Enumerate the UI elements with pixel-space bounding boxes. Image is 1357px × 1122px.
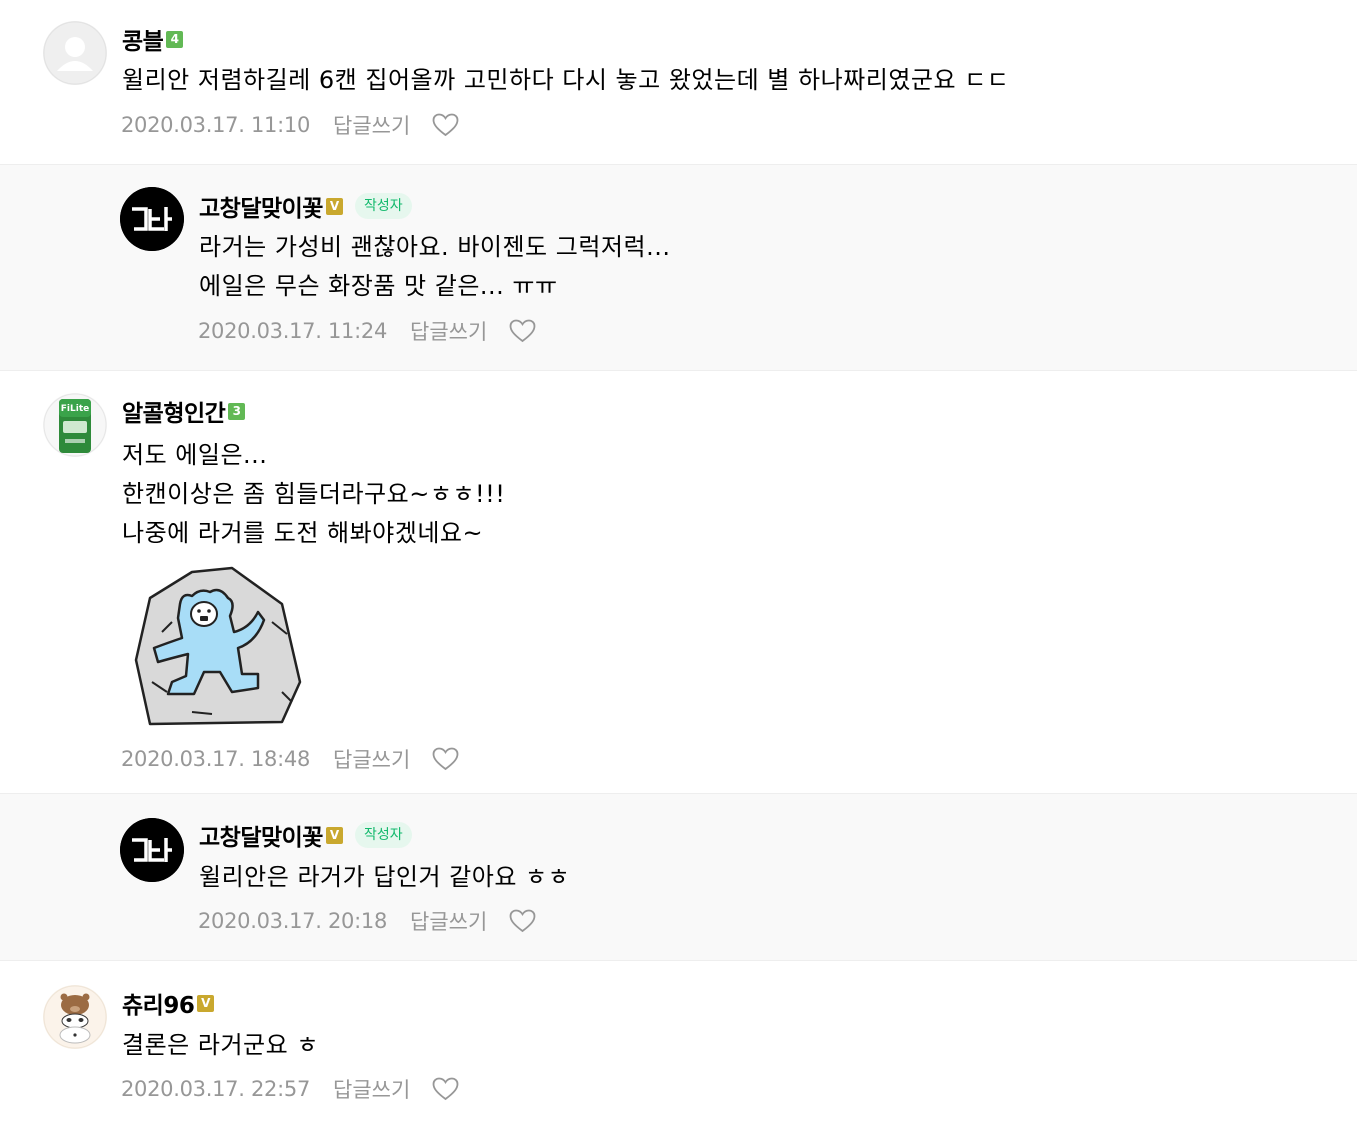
- heart-icon[interactable]: [432, 747, 459, 771]
- comment-nickname[interactable]: 알콜형인간: [122, 394, 226, 428]
- author-badge: 작성자: [354, 193, 412, 219]
- comment-nickname[interactable]: 고창달맞이꽃: [199, 189, 323, 223]
- avatar-label: FiLite: [61, 404, 89, 414]
- filite-can-avatar-icon: FiLite: [43, 393, 107, 457]
- comment-date: 2020.03.17. 18:48: [121, 747, 311, 771]
- comment-text: 윌리안 저렴하길레 6캔 집어올까 고민하다 다시 놓고 왔었는데 별 하나짜리…: [122, 66, 1010, 94]
- level-badge-icon: V: [325, 197, 343, 215]
- avatar[interactable]: [120, 187, 184, 251]
- reply-button[interactable]: 답글쓰기: [410, 316, 487, 346]
- heart-icon[interactable]: [432, 1077, 459, 1101]
- level-badge-icon: V: [197, 994, 215, 1012]
- comment-nickname[interactable]: 콩블: [122, 22, 164, 56]
- level-badge-icon: V: [325, 826, 343, 844]
- reply-comment-item: 고창달맞이꽃 V 작성자 윌리안은 라거가 답인거 같아요 ㅎㅎ 2020.03…: [0, 793, 1357, 961]
- gd-logo-icon: [120, 818, 184, 882]
- comment-item: 콩블 4 윌리안 저렴하길레 6캔 집어올까 고민하다 다시 놓고 왔었는데 별…: [0, 0, 1357, 164]
- heart-icon[interactable]: [509, 909, 536, 933]
- gd-logo-icon: [120, 187, 184, 251]
- comment-date: 2020.03.17. 22:57: [121, 1077, 311, 1101]
- reply-button[interactable]: 답글쓰기: [333, 1074, 410, 1104]
- avatar[interactable]: [120, 818, 184, 882]
- level-badge-icon: 4: [166, 30, 184, 48]
- comment-text-line: 에일은 무슨 화장품 맛 같은... ㅠㅠ: [199, 272, 558, 300]
- avatar[interactable]: [43, 21, 107, 85]
- comment-nickname[interactable]: 츄리96: [122, 986, 195, 1020]
- avatar[interactable]: [43, 985, 107, 1049]
- reply-comment-item: 고창달맞이꽃 V 작성자 라거는 가성비 괜찮아요. 바이젠도 그럭저럭... …: [0, 164, 1357, 371]
- reply-button[interactable]: 답글쓰기: [410, 906, 487, 936]
- comment-text: 윌리안은 라거가 답인거 같아요 ㅎㅎ: [199, 863, 571, 891]
- comment-date: 2020.03.17. 20:18: [198, 909, 388, 933]
- level-badge-icon: 3: [228, 402, 246, 420]
- comment-date: 2020.03.17. 11:24: [198, 319, 388, 343]
- reply-button[interactable]: 답글쓰기: [333, 110, 410, 140]
- bear-sticker: [132, 562, 304, 732]
- default-avatar-icon: [43, 21, 107, 85]
- comment-text: 결론은 라거군요 ㅎ: [122, 1031, 319, 1059]
- reply-button[interactable]: 답글쓰기: [333, 744, 410, 774]
- comment-text-line: 나중에 라거를 도전 해봐야겠네요~: [122, 519, 484, 547]
- comment-date: 2020.03.17. 11:10: [121, 113, 311, 137]
- comment-text-line: 한캔이상은 좀 힘들더라구요~ㅎㅎ!!!: [122, 480, 506, 508]
- comment-text-line: 저도 에일은...: [122, 441, 268, 469]
- comment-item: FiLite 알콜형인간 3 저도 에일은... 한캔이상은 좀 힘들더라구요~…: [0, 371, 1357, 793]
- author-badge: 작성자: [354, 822, 412, 848]
- comment-item: 츄리96 V 결론은 라거군요 ㅎ 2020.03.17. 22:57 답글쓰기: [0, 961, 1357, 1122]
- sticker-image: [134, 566, 302, 726]
- bears-avatar-icon: [43, 985, 107, 1049]
- heart-icon[interactable]: [432, 113, 459, 137]
- avatar[interactable]: FiLite: [43, 393, 107, 457]
- comment-text-line: 라거는 가성비 괜찮아요. 바이젠도 그럭저럭...: [199, 233, 671, 261]
- heart-icon[interactable]: [509, 319, 536, 343]
- comment-nickname[interactable]: 고창달맞이꽃: [199, 818, 323, 852]
